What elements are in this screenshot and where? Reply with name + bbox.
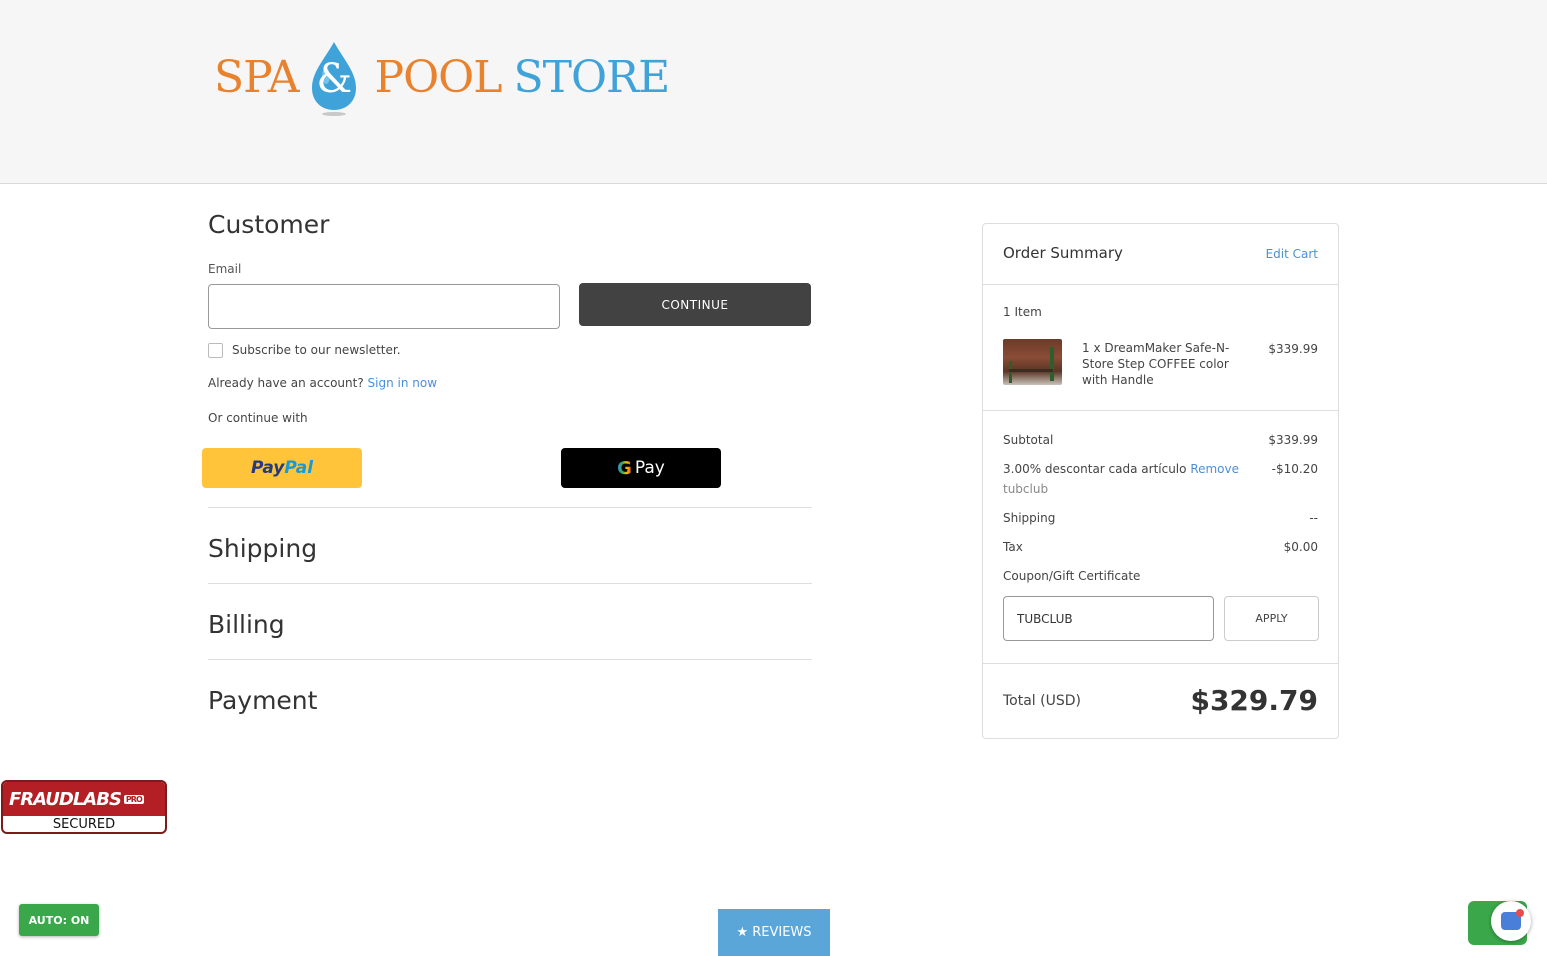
gpay-label: Pay	[634, 458, 665, 478]
paypal-logo-pay: Pay	[250, 458, 285, 478]
discount-code: tubclub	[1003, 482, 1049, 496]
email-label: Email	[208, 262, 242, 276]
total-label: Total (USD)	[1003, 693, 1081, 709]
summary-header: Order Summary Edit Cart	[983, 224, 1338, 285]
customer-title: Customer	[208, 210, 330, 239]
site-header: SPA & POOL STORE	[0, 0, 1547, 184]
billing-step-title[interactable]: Billing	[208, 610, 285, 639]
newsletter-checkbox[interactable]	[208, 343, 223, 358]
chat-icon[interactable]	[1491, 901, 1531, 941]
logo-spa-text: SPA	[214, 52, 299, 103]
newsletter-label: Subscribe to our newsletter.	[232, 343, 401, 357]
tax-label: Tax	[1003, 540, 1023, 554]
account-prompt-text: Already have an account?	[208, 376, 364, 390]
item-count: 1 Item	[1003, 305, 1042, 319]
reviews-tab[interactable]: ★ REVIEWS	[718, 909, 830, 956]
subtotal-label: Subtotal	[1003, 433, 1054, 447]
email-input[interactable]	[208, 284, 560, 329]
continue-button[interactable]: CONTINUE	[579, 283, 811, 326]
coupon-link[interactable]: Coupon/Gift Certificate	[1003, 569, 1140, 583]
coupon-input[interactable]	[1003, 596, 1214, 641]
google-g-icon: G	[617, 457, 632, 479]
logo-store-text: STORE	[513, 52, 670, 103]
store-logo[interactable]: SPA & POOL STORE	[214, 38, 670, 118]
subtotal-value: $339.99	[1268, 433, 1318, 447]
divider	[208, 659, 812, 660]
edit-cart-link[interactable]: Edit Cart	[1266, 247, 1318, 261]
shipping-value: --	[1309, 511, 1318, 525]
summary-items: 1 Item 1 x DreamMaker Safe-N-Store Step …	[983, 285, 1338, 411]
tax-value: $0.00	[1283, 540, 1318, 554]
product-thumbnail	[1003, 339, 1062, 385]
logo-ampersand: &	[316, 56, 353, 102]
continue-with-label: Or continue with	[208, 411, 308, 425]
apply-coupon-button[interactable]: APPLY	[1224, 596, 1319, 641]
auto-toggle-button[interactable]: AUTO: ON	[19, 904, 99, 936]
summary-divider	[983, 663, 1338, 664]
account-prompt: Already have an account? Sign in now	[208, 376, 437, 390]
shipping-label: Shipping	[1003, 511, 1056, 525]
paypal-button[interactable]: Pay Pal	[202, 448, 362, 488]
sign-in-link[interactable]: Sign in now	[368, 376, 438, 390]
discount-remove-link[interactable]: Remove	[1190, 462, 1239, 476]
product-price: $339.99	[1268, 342, 1318, 356]
discount-label: 3.00% descontar cada artículo	[1003, 462, 1187, 476]
fraudlabs-secured-badge[interactable]: FRAUDLABS PRO SECURED	[1, 780, 167, 834]
divider	[208, 583, 812, 584]
divider	[208, 507, 812, 508]
fraudlabs-title: FRAUDLABS	[9, 788, 122, 810]
total-value: $329.79	[1190, 684, 1318, 717]
order-summary: Order Summary Edit Cart 1 Item 1 x Dream…	[982, 223, 1339, 739]
google-pay-button[interactable]: G Pay	[561, 448, 721, 488]
discount-row: 3.00% descontar cada artículo Remove	[1003, 462, 1239, 476]
product-name: 1 x DreamMaker Safe-N-Store Step COFFEE …	[1082, 341, 1230, 387]
logo-pool-text: POOL	[374, 52, 502, 103]
payment-step-title[interactable]: Payment	[208, 686, 317, 715]
discount-value: -$10.20	[1271, 462, 1318, 476]
summary-title: Order Summary	[1003, 244, 1123, 262]
fraudlabs-pro-tag: PRO	[123, 794, 144, 804]
shipping-step-title[interactable]: Shipping	[208, 534, 317, 563]
fraudlabs-secured-text: SECURED	[52, 817, 116, 832]
fraudlabs-logo: FRAUDLABS PRO	[3, 782, 165, 816]
water-drop-icon: &	[302, 40, 366, 116]
paypal-logo-pal: Pal	[284, 458, 314, 478]
